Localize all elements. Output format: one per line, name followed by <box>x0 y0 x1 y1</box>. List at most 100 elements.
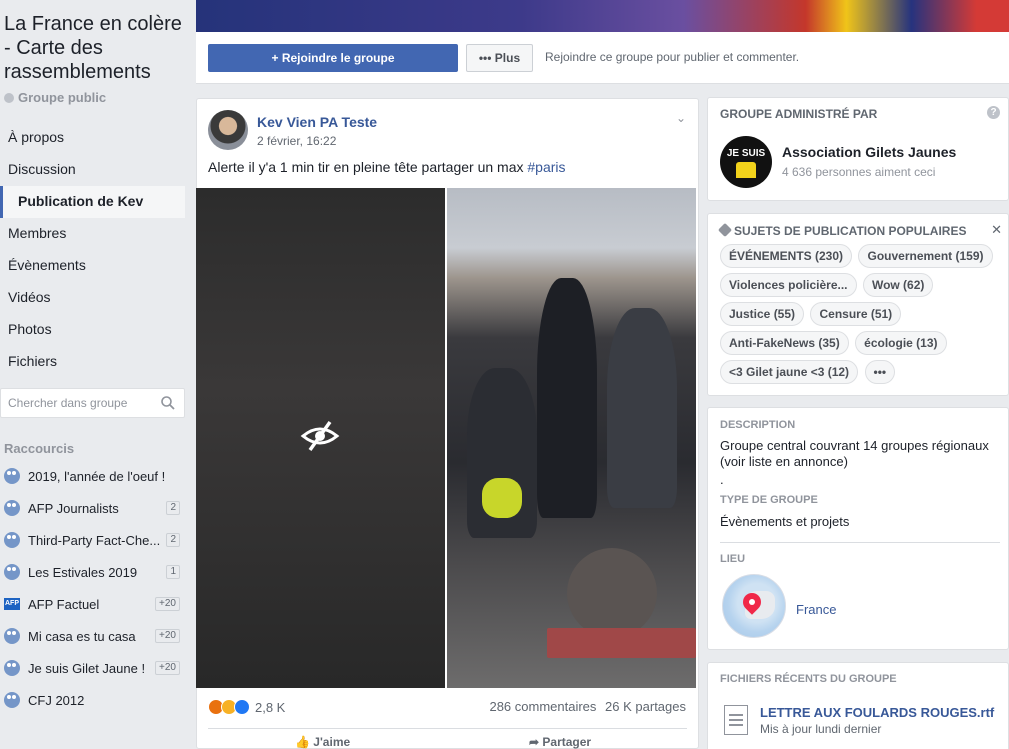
afp-logo-icon: AFP <box>4 598 20 610</box>
protest-photo[interactable] <box>447 188 696 688</box>
group-privacy-label: Groupe public <box>18 90 107 105</box>
nav-item-photos[interactable]: Photos <box>0 314 185 346</box>
admin-name[interactable]: Association Gilets Jaunes <box>782 144 956 160</box>
shortcut-item[interactable]: AFP AFP Factuel +20 <box>0 588 185 620</box>
avatar[interactable] <box>208 110 248 150</box>
like-button[interactable]: 👍 J'aime <box>295 735 350 749</box>
recent-files-card: FICHIERS RÉCENTS DU GROUPE LETTRE AUX FO… <box>707 662 1009 749</box>
comments-count[interactable]: 286 commentaires <box>489 699 596 714</box>
tag-icon <box>717 222 733 238</box>
shortcut-item[interactable]: Je suis Gilet Jaune ! +20 <box>0 652 185 684</box>
join-group-label: Rejoindre le groupe <box>281 51 395 65</box>
close-icon[interactable]: ✕ <box>991 222 1002 238</box>
shortcut-badge: +20 <box>155 629 180 643</box>
admin-avatar[interactable]: JE SUIS <box>720 136 772 188</box>
topic-chip[interactable]: <3 Gilet jaune <3 (12) <box>720 360 859 384</box>
group-icon <box>4 564 20 580</box>
admin-likes: 4 636 personnes aiment ceci <box>782 165 936 179</box>
more-label: Plus <box>494 51 521 65</box>
shortcut-label: AFP Journalists <box>28 500 119 516</box>
group-icon <box>4 692 20 708</box>
share-label: Partager <box>542 735 592 749</box>
shortcut-item[interactable]: CFJ 2012 <box>0 684 185 716</box>
group-icon <box>4 628 20 644</box>
description-text: Groupe central couvrant 14 groupes régio… <box>720 438 989 469</box>
share-button[interactable]: ➦ Partager <box>529 735 591 749</box>
description-label: DESCRIPTION <box>720 419 796 431</box>
nav-item-videos[interactable]: Vidéos <box>0 282 185 314</box>
nav-item-discussion[interactable]: Discussion <box>0 154 185 186</box>
topic-chip[interactable]: Violences policière... <box>720 273 857 297</box>
more-topics-button[interactable]: ••• <box>864 360 896 384</box>
location-label: LIEU <box>720 553 746 565</box>
nav-item-about[interactable]: À propos <box>0 122 185 154</box>
location-link[interactable]: France <box>796 602 836 617</box>
cover-photo[interactable] <box>196 0 1009 32</box>
shortcut-label: AFP Factuel <box>28 596 100 612</box>
shortcut-label: Mi casa es tu casa <box>28 628 136 644</box>
shortcut-item[interactable]: 2019, l'année de l'oeuf ! <box>0 460 185 492</box>
file-updated: Mis à jour lundi dernier <box>760 722 882 736</box>
shortcuts-heading: Raccourcis <box>4 441 75 456</box>
reactions-summary[interactable]: 2,8 K <box>208 699 285 715</box>
photo-figure <box>537 278 597 518</box>
admin-heading: GROUPE ADMINISTRÉ PAR <box>720 107 878 121</box>
search-input[interactable] <box>1 389 151 417</box>
search-icon[interactable] <box>161 396 175 410</box>
photo-figure <box>547 628 696 658</box>
post-author[interactable]: Kev Vien PA Teste <box>257 114 377 130</box>
nav-item-publication[interactable]: Publication de Kev <box>0 186 185 218</box>
shortcut-item[interactable]: AFP Journalists 2 <box>0 492 185 524</box>
shortcut-badge: +20 <box>155 661 180 675</box>
topic-chip[interactable]: Anti-FakeNews (35) <box>720 331 849 355</box>
nav-item-members[interactable]: Membres <box>0 218 185 250</box>
group-nav: À propos Discussion Publication de Kev M… <box>0 122 185 378</box>
topic-chip[interactable]: Censure (51) <box>810 302 902 326</box>
group-icon <box>4 500 20 516</box>
photo-figure <box>607 308 677 508</box>
group-icon <box>4 468 20 484</box>
globe-icon <box>4 93 14 103</box>
group-search <box>0 388 185 418</box>
hidden-photo[interactable] <box>196 188 445 688</box>
topic-chip[interactable]: Gouvernement (159) <box>858 244 993 268</box>
photo-figure <box>482 478 522 518</box>
left-sidebar: La France en colère - Carte des rassembl… <box>0 0 190 749</box>
post-media[interactable] <box>196 188 696 688</box>
topic-chip[interactable]: Wow (62) <box>862 273 934 297</box>
topic-chip[interactable]: ÉVÉNEMENTS (230) <box>720 244 853 268</box>
shortcut-item[interactable]: Third-Party Fact-Che... 2 <box>0 524 185 556</box>
topics-heading: SUJETS DE PUBLICATION POPULAIRES <box>717 222 967 238</box>
description-dot: . <box>720 472 724 487</box>
like-reaction-icon <box>234 699 250 715</box>
group-icon <box>4 660 20 676</box>
ellipsis-icon: ••• <box>478 51 495 65</box>
post-timestamp[interactable]: 2 février, 16:22 <box>257 134 336 148</box>
shortcut-item[interactable]: Mi casa es tu casa +20 <box>0 620 185 652</box>
thumbs-up-icon: 👍 <box>295 735 314 749</box>
file-link[interactable]: LETTRE AUX FOULARDS ROUGES.rtf <box>760 705 994 720</box>
nav-item-files[interactable]: Fichiers <box>0 346 185 378</box>
shortcut-label: CFJ 2012 <box>28 692 85 708</box>
document-icon <box>724 705 748 735</box>
location-map[interactable] <box>722 574 786 638</box>
topic-chip[interactable]: écologie (13) <box>855 331 947 355</box>
topics-heading-label: SUJETS DE PUBLICATION POPULAIRES <box>734 224 967 238</box>
help-icon[interactable]: ? <box>987 106 1000 119</box>
post-text: Alerte il y'a 1 min tir en pleine tête p… <box>208 159 566 175</box>
popular-topics-card: SUJETS DE PUBLICATION POPULAIRES ✕ ÉVÉNE… <box>707 213 1009 396</box>
shares-count[interactable]: 26 K partages <box>605 699 686 714</box>
group-title[interactable]: La France en colère - Carte des rassembl… <box>4 12 190 84</box>
join-group-button[interactable]: + Rejoindre le groupe <box>208 44 458 72</box>
shortcut-item[interactable]: Les Estivales 2019 1 <box>0 556 185 588</box>
more-button[interactable]: ••• Plus <box>466 44 533 72</box>
join-hint: Rejoindre ce groupe pour publier et comm… <box>545 50 800 64</box>
post-card: Kev Vien PA Teste 2 février, 16:22 ⌄ Ale… <box>196 98 699 749</box>
shortcuts-list: 2019, l'année de l'oeuf ! AFP Journalist… <box>0 460 185 716</box>
nav-item-events[interactable]: Évènements <box>0 250 185 282</box>
admin-avatar-text: JE SUIS <box>726 148 766 159</box>
hashtag-link[interactable]: #paris <box>527 159 565 175</box>
group-action-bar: + Rejoindre le groupe ••• Plus Rejoindre… <box>196 32 1009 84</box>
topic-chip[interactable]: Justice (55) <box>720 302 805 326</box>
chevron-down-icon[interactable]: ⌄ <box>676 111 686 125</box>
